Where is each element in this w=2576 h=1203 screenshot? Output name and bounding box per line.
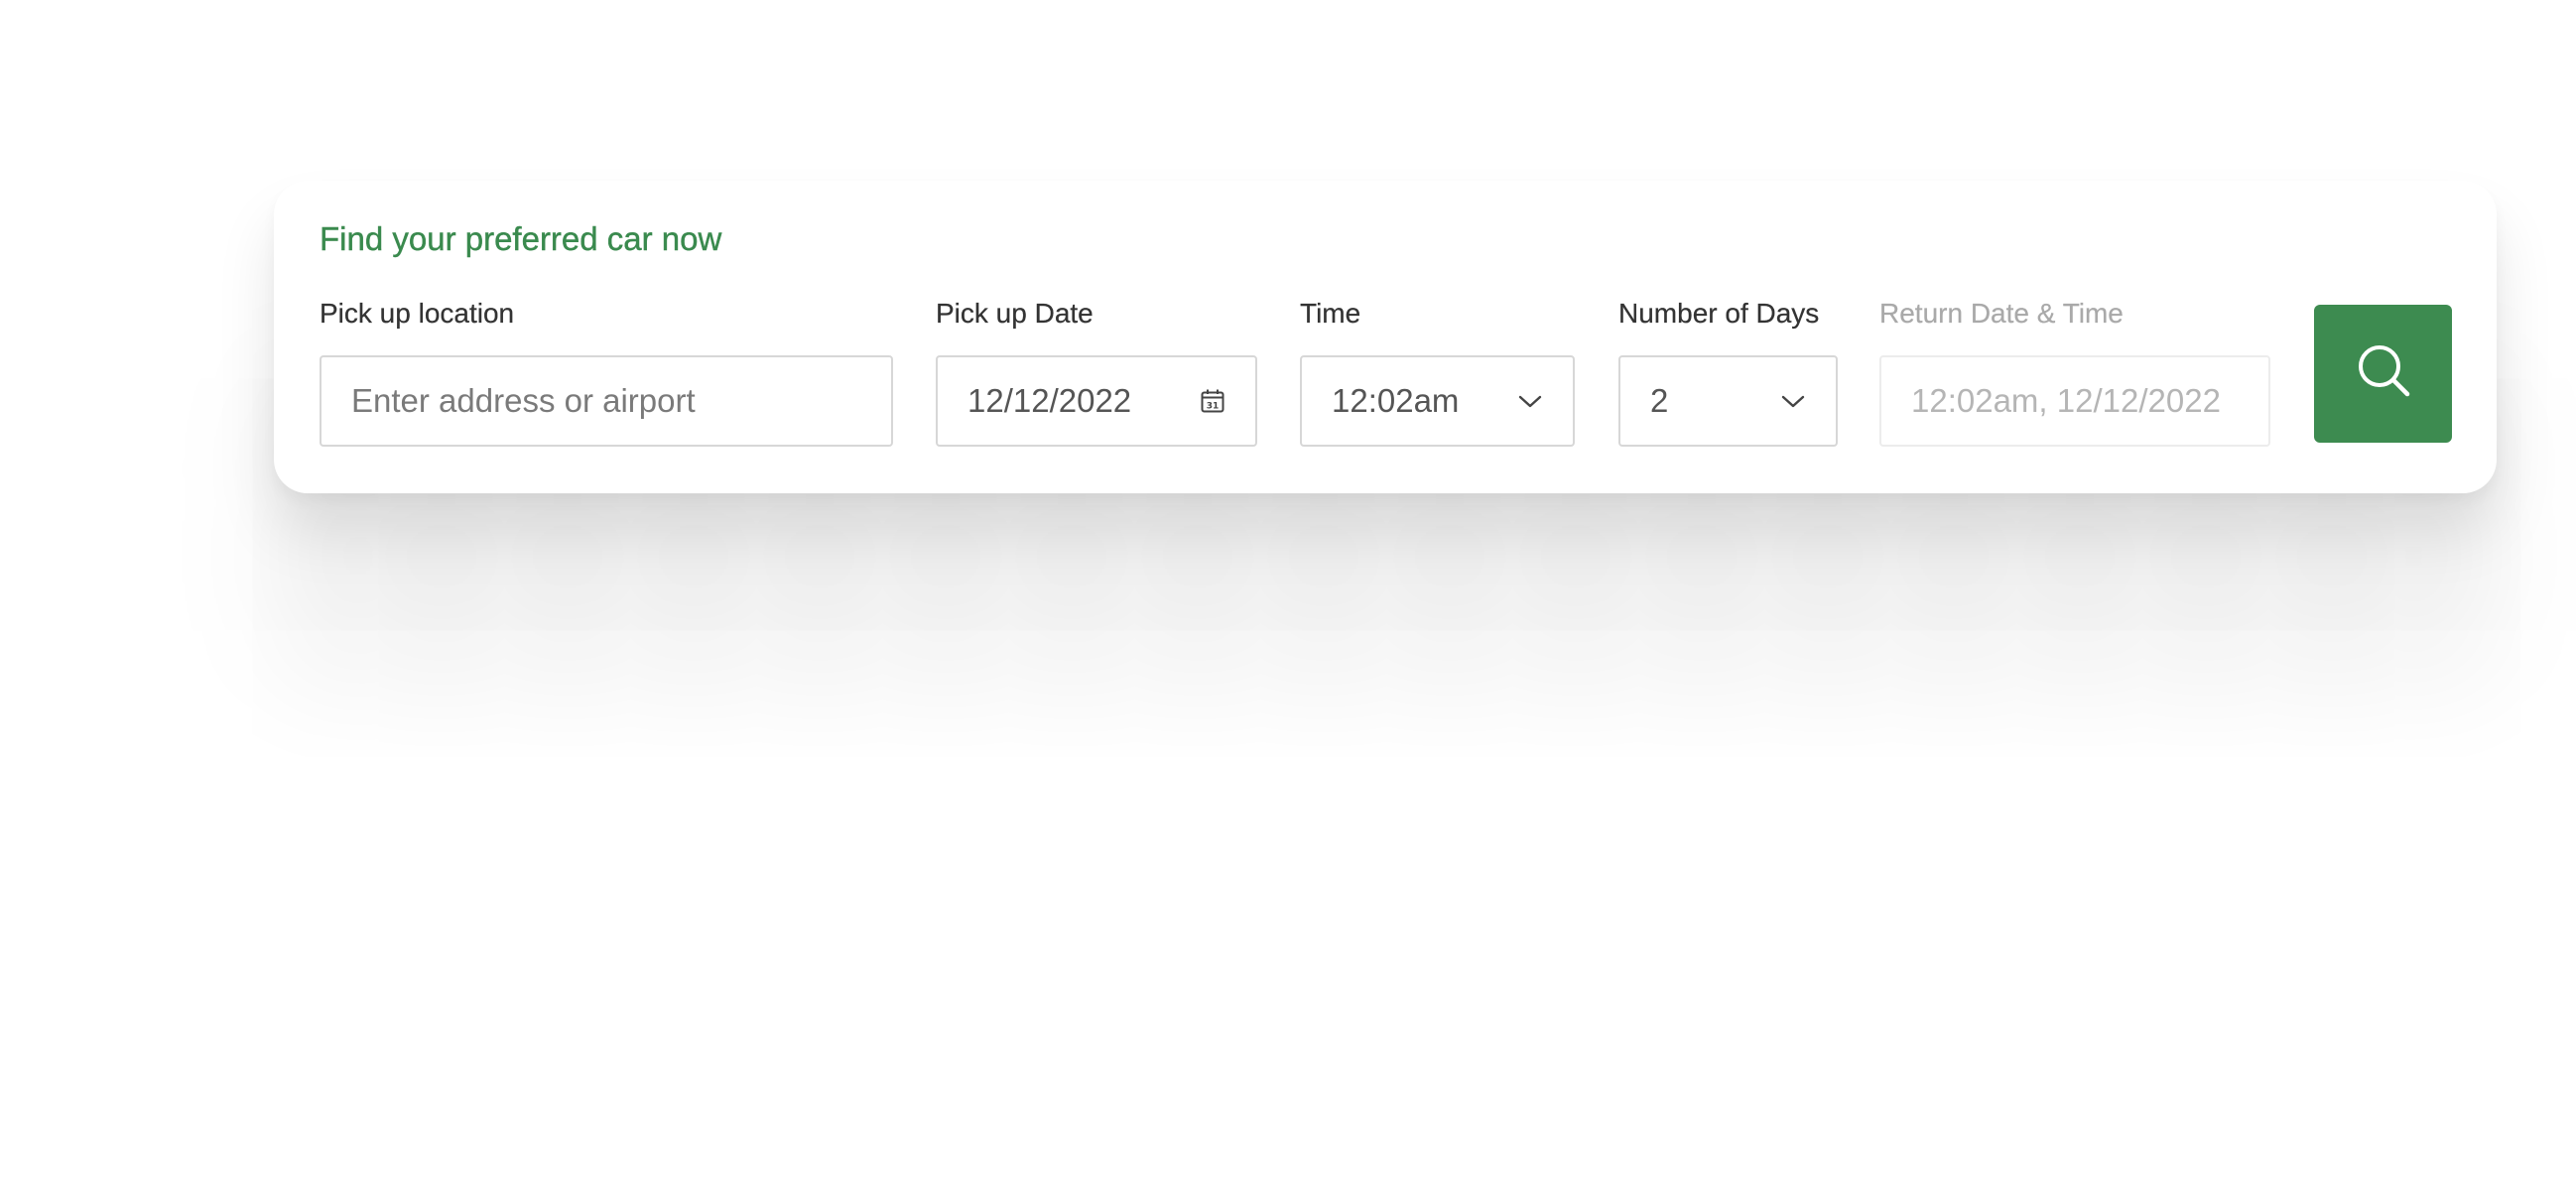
- return-date-time-value: 12:02am, 12/12/2022: [1911, 382, 2221, 419]
- chevron-down-icon: [1778, 386, 1808, 416]
- chevron-down-icon: [1515, 386, 1545, 416]
- pickup-date-value: 12/12/2022: [967, 382, 1132, 419]
- pickup-date-label: Pick up Date: [936, 298, 1094, 329]
- calendar-icon[interactable]: 31: [1198, 386, 1227, 416]
- time-value: 12:02am: [1332, 382, 1460, 419]
- number-of-days-label: Number of Days: [1618, 298, 1820, 329]
- time-select[interactable]: 12:02am: [1300, 355, 1575, 447]
- pickup-location-label: Pick up location: [320, 298, 515, 329]
- pickup-location-input[interactable]: [351, 382, 863, 420]
- card-title: Find your preferred car now: [320, 220, 722, 257]
- return-date-time-label: Return Date & Time: [1879, 298, 2124, 329]
- pickup-date-field[interactable]: 12/12/2022 31: [936, 355, 1257, 447]
- search-button[interactable]: [2314, 305, 2452, 443]
- time-label: Time: [1300, 298, 1361, 329]
- number-of-days-value: 2: [1650, 382, 1669, 419]
- return-date-time-field: 12:02am, 12/12/2022: [1879, 355, 2270, 447]
- pickup-location-field[interactable]: [320, 355, 893, 447]
- number-of-days-select[interactable]: 2: [1618, 355, 1838, 447]
- car-search-card: Find your preferred car now Pick up loca…: [274, 181, 2497, 493]
- svg-text:31: 31: [1207, 402, 1220, 412]
- search-icon: [2354, 341, 2413, 406]
